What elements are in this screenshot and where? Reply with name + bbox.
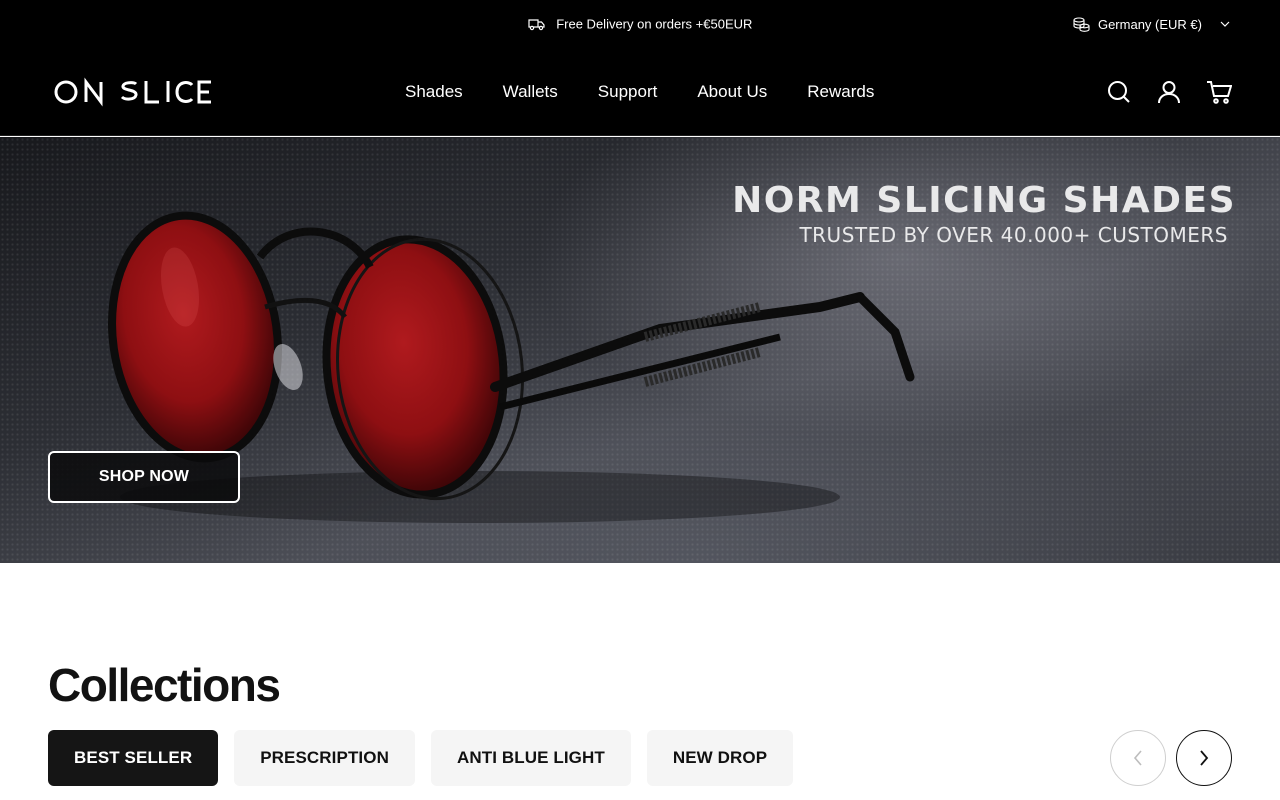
nav-shades[interactable]: Shades	[405, 81, 463, 103]
site-header: Shades Wallets Support About Us Rewards	[0, 48, 1280, 136]
shop-now-button[interactable]: SHOP NOW	[48, 451, 240, 503]
main-nav: Shades Wallets Support About Us Rewards	[405, 81, 874, 103]
on-slice-logo	[54, 77, 211, 107]
account-button[interactable]	[1156, 79, 1182, 105]
tab-new-drop[interactable]: NEW DROP	[646, 730, 794, 786]
chevron-right-icon	[1200, 750, 1209, 766]
nav-wallets[interactable]: Wallets	[503, 81, 558, 103]
cart-button[interactable]	[1206, 79, 1232, 105]
brand-logo[interactable]	[54, 76, 214, 108]
search-button[interactable]	[1106, 79, 1132, 105]
cart-icon	[1207, 81, 1232, 104]
header-actions	[1106, 79, 1232, 105]
search-icon	[1108, 81, 1130, 103]
announcement-bar: Free Delivery on orders +€50EUR Germany …	[0, 0, 1280, 48]
hero-title: NORM SLICING SHADES	[732, 180, 1236, 221]
promo-text: Free Delivery on orders +€50EUR	[556, 16, 753, 32]
country-label: Germany (EUR €)	[1097, 16, 1202, 32]
coins-icon	[1073, 16, 1090, 32]
collections-heading: Collections	[48, 659, 281, 711]
carousel-controls	[1110, 730, 1232, 786]
chevron-left-icon	[1133, 750, 1142, 766]
collection-tabs: BEST SELLER PRESCRIPTION ANTI BLUE LIGHT…	[48, 730, 794, 786]
account-icon	[1158, 81, 1180, 104]
chevron-down-icon	[1220, 21, 1230, 27]
nav-rewards[interactable]: Rewards	[807, 81, 874, 103]
tab-prescription[interactable]: PRESCRIPTION	[234, 730, 415, 786]
next-button[interactable]	[1176, 730, 1232, 786]
nav-about-us[interactable]: About Us	[697, 81, 767, 103]
truck-icon	[527, 18, 545, 30]
hero-subtitle: TRUSTED BY OVER 40.000+ CUSTOMERS	[799, 223, 1228, 247]
tab-anti-blue-light[interactable]: ANTI BLUE LIGHT	[430, 730, 631, 786]
hero-headline: NORM SLICING SHADES TRUSTED BY OVER 40.0…	[732, 181, 1236, 249]
hero-banner: NORM SLICING SHADES TRUSTED BY OVER 40.0…	[0, 137, 1280, 563]
country-selector[interactable]: Germany (EUR €)	[1073, 14, 1230, 34]
nav-support[interactable]: Support	[598, 81, 658, 103]
previous-button[interactable]	[1110, 730, 1166, 786]
tab-best-seller[interactable]: BEST SELLER	[48, 730, 219, 786]
